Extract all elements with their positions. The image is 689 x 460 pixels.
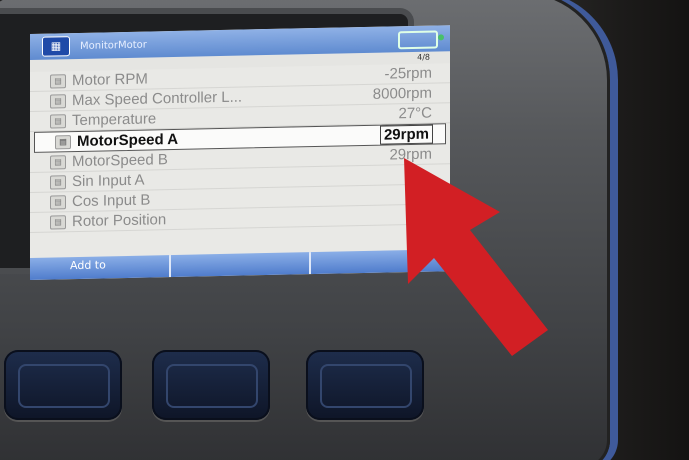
arrow-shape (404, 158, 548, 356)
photo-background: ▦ MonitorMotor 4/8 ▤ Motor RPM -25rpm ▤ … (0, 0, 689, 460)
red-arrow-annotation (404, 158, 548, 356)
